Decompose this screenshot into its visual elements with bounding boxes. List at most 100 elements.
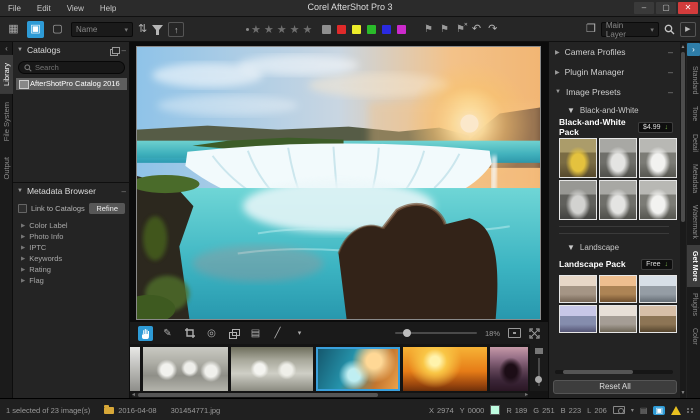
resize-grip[interactable] [687,408,694,413]
flag-reject-icon[interactable]: ⚑ [440,24,449,35]
main-image[interactable] [136,46,541,320]
preset-thumb-ls-1[interactable] [559,275,597,303]
search-icon[interactable] [664,24,675,35]
preset-thumb-bw-3[interactable] [639,138,677,178]
star-rating-3-icon[interactable]: ★ [277,23,288,36]
tree-item-flag[interactable]: ▶Flag [21,275,130,286]
scrollbar-thumb[interactable] [138,393,378,397]
warning-icon[interactable] [671,406,681,415]
fit-to-window-icon[interactable] [508,328,521,338]
filmstrip-scrollbar[interactable]: ◂ ▸ [132,393,528,397]
swatch-blue[interactable] [382,25,391,34]
collapse-section-icon[interactable]: – [122,187,126,196]
tab-standard[interactable]: Standard [687,60,700,100]
minimize-button[interactable]: – [634,2,654,14]
crop-tool[interactable] [182,326,197,341]
zoom-slider-handle[interactable] [403,329,411,337]
region-tool[interactable]: ▤ [248,326,263,341]
preset-thumb-ls-2[interactable] [599,275,637,303]
maximize-button[interactable]: ▢ [656,2,676,14]
scroll-up-icon[interactable]: ▲ [680,44,686,50]
catalog-item[interactable]: AfterShotPro Catalog 2016 [16,78,127,90]
scroll-down-icon[interactable]: ▼ [680,390,686,396]
tree-item-color-label[interactable]: ▶Color Label [21,220,130,231]
preset-thumb-bw-5[interactable] [599,180,637,220]
tree-item-iptc[interactable]: ▶IPTC [21,242,130,253]
buy-pack-button[interactable]: $4.99 ↓ [638,122,673,133]
refine-button[interactable]: Refine [89,203,125,214]
pan-tool[interactable] [138,326,153,341]
swatch-yellow[interactable] [352,25,361,34]
flag-clear-icon[interactable]: ⚑✕ [456,24,465,35]
tab-tone[interactable]: Tone [687,100,700,127]
swatch-red[interactable] [337,25,346,34]
link-to-catalogs-checkbox[interactable] [18,204,27,213]
sort-dropdown[interactable]: Name ▾ [71,22,133,37]
tab-get-more[interactable]: Get More [687,245,700,287]
expand-panel-icon[interactable]: › [687,43,700,56]
star-rating-1-icon[interactable]: ★ [251,23,262,36]
standard-view-icon[interactable]: ▣ [27,21,44,38]
soft-proof-icon[interactable]: ▣ [653,406,665,415]
tab-watermark[interactable]: Watermark [687,199,700,245]
chevron-down-icon[interactable]: ▾ [631,407,634,414]
fullscreen-icon[interactable] [529,328,540,339]
tab-file-system[interactable]: File System [0,94,13,149]
clone-tool[interactable] [226,326,241,341]
layer-page-icon[interactable]: ❐ [586,21,596,38]
search-input[interactable] [35,63,115,72]
collapse-section-icon[interactable]: – [668,67,673,77]
zoom-slider[interactable] [395,332,477,334]
close-button[interactable]: ✕ [678,2,698,14]
reset-all-button[interactable]: Reset All [553,380,677,394]
tree-item-photo-info[interactable]: ▶Photo Info [21,231,130,242]
preset-thumb-bw-2[interactable] [599,138,637,178]
section-camera-profiles[interactable]: ▶ Camera Profiles – [549,42,679,62]
preset-thumb-ls-3[interactable] [639,275,677,303]
scrollbar-thumb[interactable] [681,52,685,222]
slideshow-icon[interactable]: ▶ [680,22,696,37]
metadata-browser-header[interactable]: ▼ Metadata Browser – [13,183,130,199]
line-tool[interactable]: ╱ [270,326,285,341]
undo-icon[interactable]: ↶ [472,21,481,38]
section-image-presets[interactable]: ▼ Image Presets – [549,82,679,102]
tree-item-keywords[interactable]: ▶Keywords [21,253,130,264]
thumbnail-3[interactable] [231,347,313,391]
tab-library[interactable]: Library [0,55,13,94]
collapse-section-icon[interactable]: – [122,46,126,55]
tab-plugins[interactable]: Plugins [687,287,700,322]
presets-scrollbar[interactable] [555,370,673,374]
sort-direction-icon[interactable]: ⇅ [138,21,147,38]
collapse-section-icon[interactable]: – [668,47,673,57]
tab-output[interactable]: Output [0,149,13,188]
tree-item-rating[interactable]: ▶Rating [21,264,130,275]
star-rating-4-icon[interactable]: ★ [290,23,301,36]
star-rating-5-icon[interactable]: ★ [303,23,314,36]
redeye-tool[interactable]: ◎ [204,326,219,341]
tab-color[interactable]: Color [687,322,700,351]
tab-metadata[interactable]: Metadata [687,158,700,199]
preset-thumb-ls-4[interactable] [559,305,597,333]
flag-pick-icon[interactable]: ⚑ [424,24,433,35]
scroll-left-icon[interactable]: ◂ [132,391,135,398]
export-icon[interactable]: ↑ [168,22,184,37]
get-pack-button[interactable]: Free ↓ [641,259,673,270]
collapse-section-icon[interactable]: – [668,87,673,97]
thumbnail-5[interactable] [403,347,487,391]
section-plugin-manager[interactable]: ▶ Plugin Manager – [549,62,679,82]
filter-icon[interactable] [152,24,163,36]
edit-tool[interactable]: ✎ [160,326,175,341]
grid-view-icon[interactable]: ▦ [5,21,22,38]
thumbnail-2[interactable] [143,347,228,391]
thumbnail-4-selected[interactable] [316,347,400,391]
thumbnail-6[interactable] [490,347,528,391]
catalog-search[interactable] [18,61,125,74]
new-catalog-icon[interactable] [110,47,118,54]
preset-thumb-bw-6[interactable] [639,180,677,220]
redo-icon[interactable]: ↷ [488,21,497,38]
scrollbar-thumb[interactable] [563,370,633,374]
catalogs-header[interactable]: ▼ Catalogs – [13,42,130,58]
tab-detail[interactable]: Detail [687,128,700,158]
clear-rating-icon[interactable] [246,28,249,31]
swatch-gray[interactable] [322,25,331,34]
